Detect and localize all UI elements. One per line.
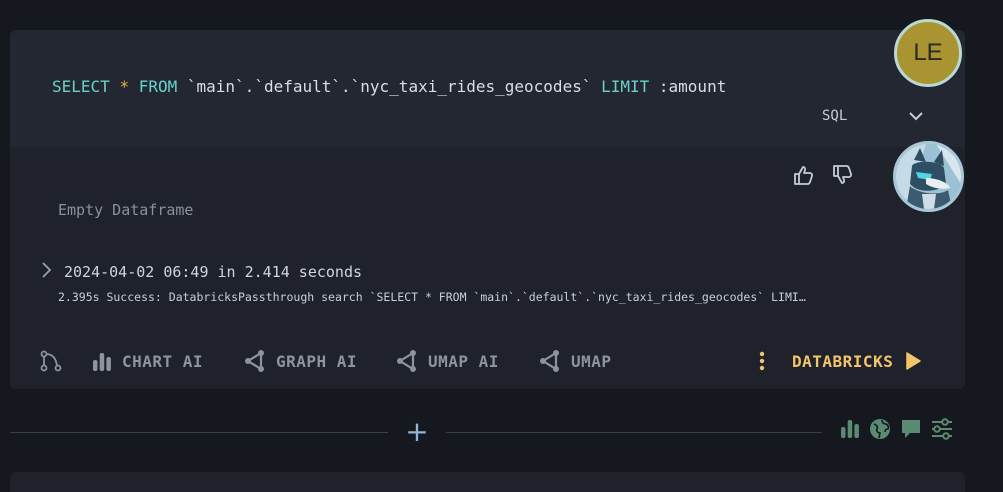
umap-icon	[397, 350, 416, 372]
result-panel: Empty Dataframe 2024-04-02 06:49 in 2.41…	[10, 147, 965, 389]
chevron-right-icon[interactable]	[40, 261, 52, 279]
divider-right	[446, 432, 822, 433]
run-log: 2.395s Success: DatabricksPassthrough se…	[58, 290, 806, 304]
query-token	[110, 77, 120, 96]
cell-toolbar: CHART AI GRAPH AI UMAP AI UMAP DATABRICK…	[10, 346, 965, 376]
query-token	[129, 77, 139, 96]
umap-icon	[540, 350, 559, 372]
query-token: :amount	[649, 77, 727, 96]
vertical-dots-icon	[759, 351, 765, 371]
umap-ai-button[interactable]: UMAP AI	[396, 346, 499, 376]
databricks-label: DATABRICKS	[792, 351, 894, 371]
more-options-button[interactable]	[758, 346, 776, 376]
language-label: SQL	[822, 108, 848, 124]
empty-dataframe-label: Empty Dataframe	[58, 201, 194, 219]
query-editor[interactable]: SELECT * FROM `main`.`default`.`nyc_taxi…	[10, 30, 965, 147]
chevron-down-icon[interactable]	[908, 110, 924, 122]
sliders-icon[interactable]	[931, 418, 953, 442]
globe-icon[interactable]	[869, 418, 891, 442]
query-cell: SELECT * FROM `main`.`default`.`nyc_taxi…	[10, 30, 965, 389]
branch-icon	[40, 350, 62, 372]
run-databricks-button[interactable]: DATABRICKS	[792, 346, 922, 376]
query-token: *	[119, 77, 130, 96]
query-token: `main`.`default`.`nyc_taxi_rides_geocode…	[177, 77, 602, 96]
graph-icon	[245, 350, 264, 372]
query-token: SELECT	[52, 77, 110, 96]
graph-ai-button[interactable]: GRAPH AI	[244, 346, 357, 376]
next-cell	[10, 472, 965, 492]
add-cell-button[interactable]: +	[404, 418, 430, 446]
chart-ai-button[interactable]: CHART AI	[92, 346, 203, 376]
thumbs-down-icon[interactable]	[832, 164, 856, 186]
graph-ai-label: GRAPH AI	[276, 351, 358, 371]
add-cell-type-icons	[840, 418, 962, 442]
query-token: LIMIT	[601, 77, 650, 96]
bar-chart-icon[interactable]	[840, 418, 860, 442]
sql-query-text[interactable]: SELECT * FROM `main`.`default`.`nyc_taxi…	[52, 77, 726, 96]
query-token: FROM	[138, 77, 178, 96]
run-timestamp[interactable]: 2024-04-02 06:49 in 2.414 seconds	[64, 263, 362, 281]
chat-icon[interactable]	[900, 418, 922, 442]
chart-ai-label: CHART AI	[122, 351, 204, 371]
bar-chart-icon	[93, 353, 111, 371]
play-icon	[906, 352, 922, 370]
robot-fox-icon	[896, 144, 961, 209]
branch-button[interactable]	[40, 346, 72, 376]
user-avatar: LE	[894, 19, 962, 87]
umap-label: UMAP	[571, 351, 612, 371]
divider-left	[10, 432, 388, 433]
assistant-avatar	[893, 141, 964, 212]
thumbs-up-icon[interactable]	[793, 164, 817, 186]
umap-ai-label: UMAP AI	[428, 351, 499, 371]
umap-button[interactable]: UMAP	[539, 346, 612, 376]
